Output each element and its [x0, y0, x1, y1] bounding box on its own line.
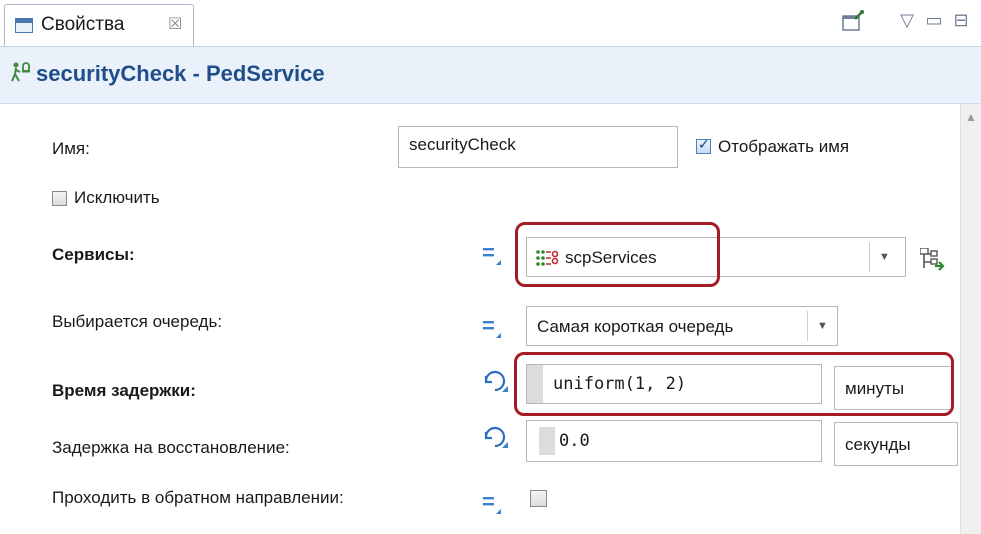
properties-view: Свойства ☒ ▽ ▭ ⊟ securityCheck - PedServ…	[0, 0, 981, 534]
show-name-checkbox[interactable]: ✓ Отображать имя	[696, 136, 896, 159]
queue-label: Выбирается очередь:	[52, 312, 223, 331]
static-value-corner	[496, 509, 501, 514]
view-menu-icon[interactable]: ▽	[896, 10, 918, 36]
static-value-icon[interactable]: =	[482, 240, 495, 266]
scroll-up-icon[interactable]: ▲	[965, 110, 977, 124]
reverse-label: Проходить в обратном направлении:	[52, 488, 344, 507]
title-bar: securityCheck - PedService	[0, 47, 981, 104]
exclude-checkbox[interactable]: Исключить	[52, 188, 232, 210]
recovery-label: Задержка на восстановление:	[52, 438, 290, 457]
show-name-label: Отображать имя	[718, 137, 850, 156]
properties-icon	[15, 18, 33, 33]
pin-icon[interactable]	[838, 10, 868, 36]
name-input[interactable]: securityCheck	[398, 126, 678, 168]
pedestrian-service-icon	[10, 61, 34, 89]
static-value-icon[interactable]: =	[482, 489, 495, 515]
static-value-icon[interactable]: =	[482, 313, 495, 339]
recovery-unit-dropdown[interactable]: секунды	[834, 422, 958, 466]
queue-value: Самая короткая очередь	[537, 317, 734, 336]
queue-dropdown[interactable]: Самая короткая очередь ▼	[526, 306, 838, 346]
page-title: securityCheck - PedService	[36, 61, 325, 86]
dynamic-value-icon[interactable]	[482, 368, 510, 399]
chevron-down-icon[interactable]: ▼	[817, 320, 828, 332]
checkbox-box[interactable]	[52, 191, 67, 206]
checkbox-box[interactable]: ✓	[696, 136, 711, 154]
dropdown-separator	[869, 242, 870, 272]
properties-panel: Имя: securityCheck ✓ Отображать имя Искл…	[0, 104, 960, 534]
tab-properties[interactable]: Свойства ☒	[4, 4, 194, 46]
vertical-scrollbar[interactable]: ▲	[960, 104, 981, 534]
delay-highlight-frame	[514, 352, 954, 416]
recovery-input[interactable]: 0.0	[526, 420, 822, 462]
recovery-value: 0.0	[559, 431, 590, 451]
static-value-corner	[496, 260, 501, 265]
chevron-down-icon[interactable]: ▼	[879, 251, 890, 263]
tab-label: Свойства	[41, 14, 125, 35]
dynamic-value-icon[interactable]	[482, 424, 510, 455]
dropdown-separator	[807, 311, 808, 341]
code-gutter	[539, 427, 555, 455]
services-label: Сервисы:	[52, 245, 135, 264]
services-highlight-frame	[515, 222, 720, 287]
name-label: Имя:	[52, 139, 90, 158]
exclude-label: Исключить	[74, 188, 160, 207]
reverse-checkbox[interactable]	[530, 490, 547, 507]
minimize-icon[interactable]: ▭	[923, 10, 945, 36]
maximize-icon[interactable]: ⊟	[950, 10, 972, 36]
close-icon[interactable]: ☒	[168, 14, 182, 34]
navigate-to-element-icon[interactable]	[919, 247, 946, 277]
static-value-corner	[496, 333, 501, 338]
delay-label: Время задержки:	[52, 381, 196, 400]
tab-bar: Свойства ☒ ▽ ▭ ⊟	[0, 0, 981, 47]
